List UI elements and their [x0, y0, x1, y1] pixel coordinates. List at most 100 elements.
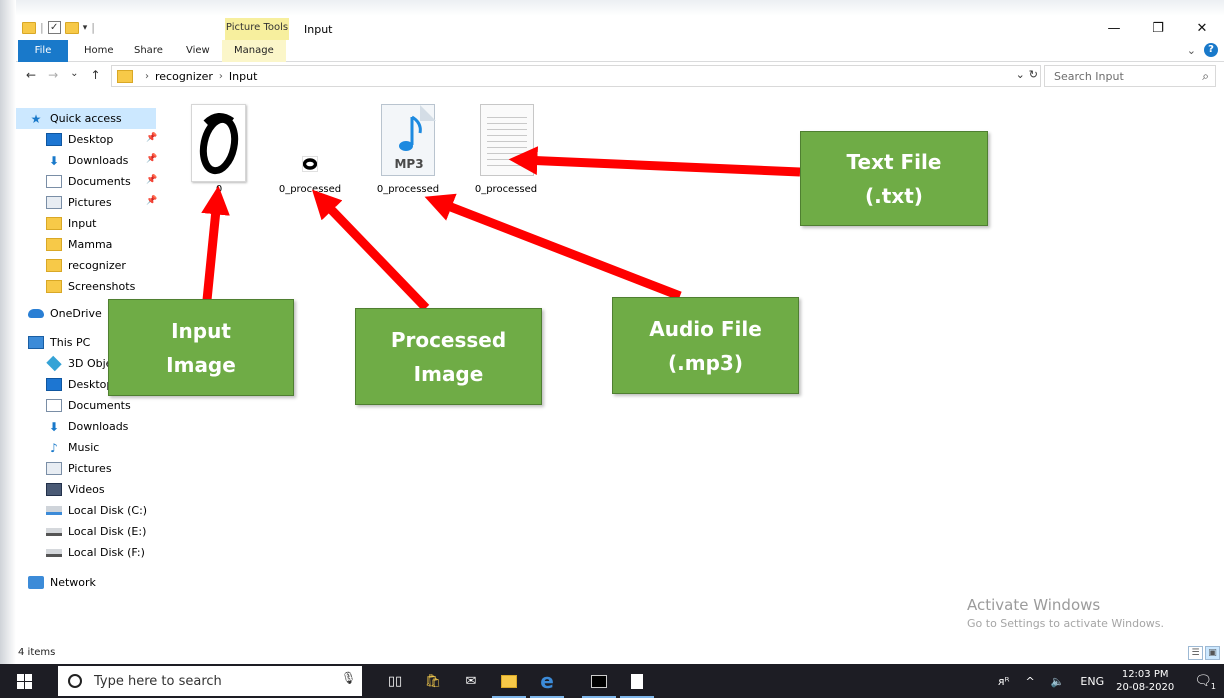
- details-view-icon[interactable]: ☰: [1188, 646, 1203, 660]
- help-icon[interactable]: ?: [1204, 43, 1218, 57]
- file-thumbnail-input[interactable]: [191, 104, 246, 182]
- tab-file[interactable]: File: [18, 40, 68, 62]
- sidebar-item-this-pc[interactable]: This PC: [16, 332, 90, 353]
- window-controls: — ❐ ✕: [1092, 18, 1224, 40]
- taskbar-search-input[interactable]: Type here to search: [58, 666, 362, 696]
- sidebar-item-quick-access[interactable]: ★ Quick access: [16, 108, 156, 129]
- system-tray: ᴙᴿ ^ 🔈 ENG 12:03 PM 20-08-2020 🗨 1: [990, 664, 1224, 698]
- sidebar-item-onedrive[interactable]: OneDrive: [16, 303, 102, 324]
- sidebar-item-videos[interactable]: Videos: [16, 479, 105, 500]
- file-name-mp3[interactable]: 0_processed: [368, 184, 448, 195]
- people-icon[interactable]: ᴙᴿ: [998, 675, 1009, 688]
- sidebar-item-network[interactable]: Network: [16, 572, 96, 593]
- start-button[interactable]: [0, 664, 48, 698]
- breadcrumb-input[interactable]: Input: [229, 70, 257, 83]
- sidebar-item-screenshots[interactable]: Screenshots: [16, 276, 135, 297]
- network-icon: [28, 576, 44, 589]
- tab-view[interactable]: View: [186, 40, 210, 62]
- notepad-icon[interactable]: [626, 670, 648, 692]
- pin-icon[interactable]: 📌: [146, 154, 157, 164]
- pin-icon[interactable]: 📌: [146, 175, 157, 185]
- sidebar-item-disk-e[interactable]: Local Disk (E:): [16, 521, 146, 542]
- notifications-icon[interactable]: 🗨 1: [1194, 673, 1216, 691]
- desktop-icon: [46, 133, 62, 146]
- properties-icon[interactable]: ✓: [47, 21, 61, 34]
- back-button[interactable]: ←: [26, 68, 36, 82]
- mp3-file-icon[interactable]: MP3: [381, 104, 436, 176]
- customize-toolbar-icon[interactable]: ▾: [83, 23, 88, 33]
- file-name-input[interactable]: 0: [179, 184, 259, 195]
- large-icons-view-icon[interactable]: ▣: [1205, 646, 1220, 660]
- address-dropdown-icon[interactable]: ⌄: [1016, 68, 1025, 81]
- pin-icon[interactable]: 📌: [146, 196, 157, 206]
- store-icon[interactable]: 🛍: [422, 670, 444, 692]
- close-button[interactable]: ✕: [1180, 18, 1224, 40]
- address-field[interactable]: › recognizer › Input: [111, 65, 1041, 87]
- pin-icon[interactable]: 📌: [146, 133, 157, 143]
- terminal-icon[interactable]: [588, 670, 610, 692]
- address-bar-row: ← → ⌄ ↑ › recognizer › Input ⌄ ↻ Search …: [16, 64, 1224, 88]
- language-indicator[interactable]: ENG: [1080, 675, 1104, 688]
- recent-locations-button[interactable]: ⌄: [70, 68, 78, 82]
- edge-icon[interactable]: e: [536, 669, 558, 693]
- desktop-icon: [46, 378, 62, 391]
- window-shadow-left: [0, 0, 16, 664]
- sidebar-item-pc-desktop[interactable]: Desktop: [16, 374, 113, 395]
- star-icon: ★: [30, 111, 42, 126]
- pictures-icon: [46, 196, 62, 209]
- file-name-txt[interactable]: 0_processed: [466, 184, 546, 195]
- tab-home[interactable]: Home: [84, 40, 114, 62]
- sidebar-item-disk-f[interactable]: Local Disk (F:): [16, 542, 145, 563]
- sidebar-item-disk-c[interactable]: Local Disk (C:): [16, 500, 147, 521]
- forward-button[interactable]: →: [48, 68, 58, 82]
- processed-digit-image: [302, 158, 318, 170]
- 3d-objects-icon: [46, 355, 62, 372]
- task-view-icon[interactable]: ▯▯: [384, 670, 406, 692]
- folder-icon: [22, 21, 36, 34]
- notification-badge: 1: [1210, 682, 1216, 691]
- sidebar-item-pictures[interactable]: Pictures: [16, 192, 112, 213]
- computer-icon: [28, 336, 44, 349]
- volume-icon[interactable]: 🔈: [1051, 675, 1065, 688]
- breadcrumb-recognizer[interactable]: recognizer: [155, 70, 213, 83]
- expand-ribbon-icon[interactable]: ⌄: [1187, 44, 1196, 57]
- sidebar-item-documents[interactable]: Documents: [16, 171, 131, 192]
- sidebar-item-desktop[interactable]: Desktop: [16, 129, 113, 150]
- refresh-icon[interactable]: ↻: [1029, 68, 1038, 81]
- search-input[interactable]: Search Input ⌕: [1044, 65, 1216, 87]
- file-thumbnail-processed[interactable]: [302, 156, 318, 172]
- sidebar-item-pc-documents[interactable]: Documents: [16, 395, 131, 416]
- documents-icon: [46, 175, 62, 188]
- text-file-icon[interactable]: [480, 104, 534, 176]
- show-hidden-icons-icon[interactable]: ^: [1025, 675, 1034, 688]
- search-icon: ⌕: [1202, 69, 1209, 83]
- sidebar-item-music[interactable]: ♪ Music: [16, 437, 99, 458]
- svg-text:MP3: MP3: [394, 157, 423, 171]
- clock-date: 20-08-2020: [1116, 682, 1175, 693]
- mail-icon[interactable]: ✉: [460, 670, 482, 692]
- cortana-icon: [68, 674, 82, 688]
- title-bar: | ✓ ▾ | Picture Tools Input — ❐ ✕: [16, 18, 1224, 40]
- folder-icon: [46, 259, 62, 272]
- restore-button[interactable]: ❐: [1136, 18, 1180, 40]
- music-icon: ♪: [50, 440, 58, 455]
- file-explorer-taskbar-icon[interactable]: [498, 670, 520, 692]
- tab-share[interactable]: Share: [134, 40, 163, 62]
- microphone-icon[interactable]: 🎙: [341, 671, 356, 685]
- minimize-button[interactable]: —: [1092, 18, 1136, 40]
- clock[interactable]: 12:03 PM 20-08-2020: [1116, 668, 1174, 694]
- sidebar-item-pc-pictures[interactable]: Pictures: [16, 458, 112, 479]
- sidebar-item-input[interactable]: Input: [16, 213, 96, 234]
- up-button[interactable]: ↑: [91, 68, 101, 82]
- activate-windows-subtitle: Go to Settings to activate Windows.: [967, 617, 1165, 630]
- folder-icon: [46, 238, 62, 251]
- sidebar-item-downloads[interactable]: ⬇ Downloads: [16, 150, 128, 171]
- sidebar-item-mamma[interactable]: Mamma: [16, 234, 112, 255]
- sidebar-item-pc-downloads[interactable]: ⬇ Downloads: [16, 416, 128, 437]
- sidebar-item-recognizer[interactable]: recognizer: [16, 255, 126, 276]
- music-note-icon: MP3: [394, 105, 436, 171]
- file-name-processed-image[interactable]: 0_processed: [270, 184, 350, 195]
- new-folder-icon[interactable]: [64, 21, 79, 34]
- file-explorer-window: | ✓ ▾ | Picture Tools Input — ❐ ✕ File H…: [0, 0, 1224, 698]
- tab-manage[interactable]: Manage: [222, 40, 286, 62]
